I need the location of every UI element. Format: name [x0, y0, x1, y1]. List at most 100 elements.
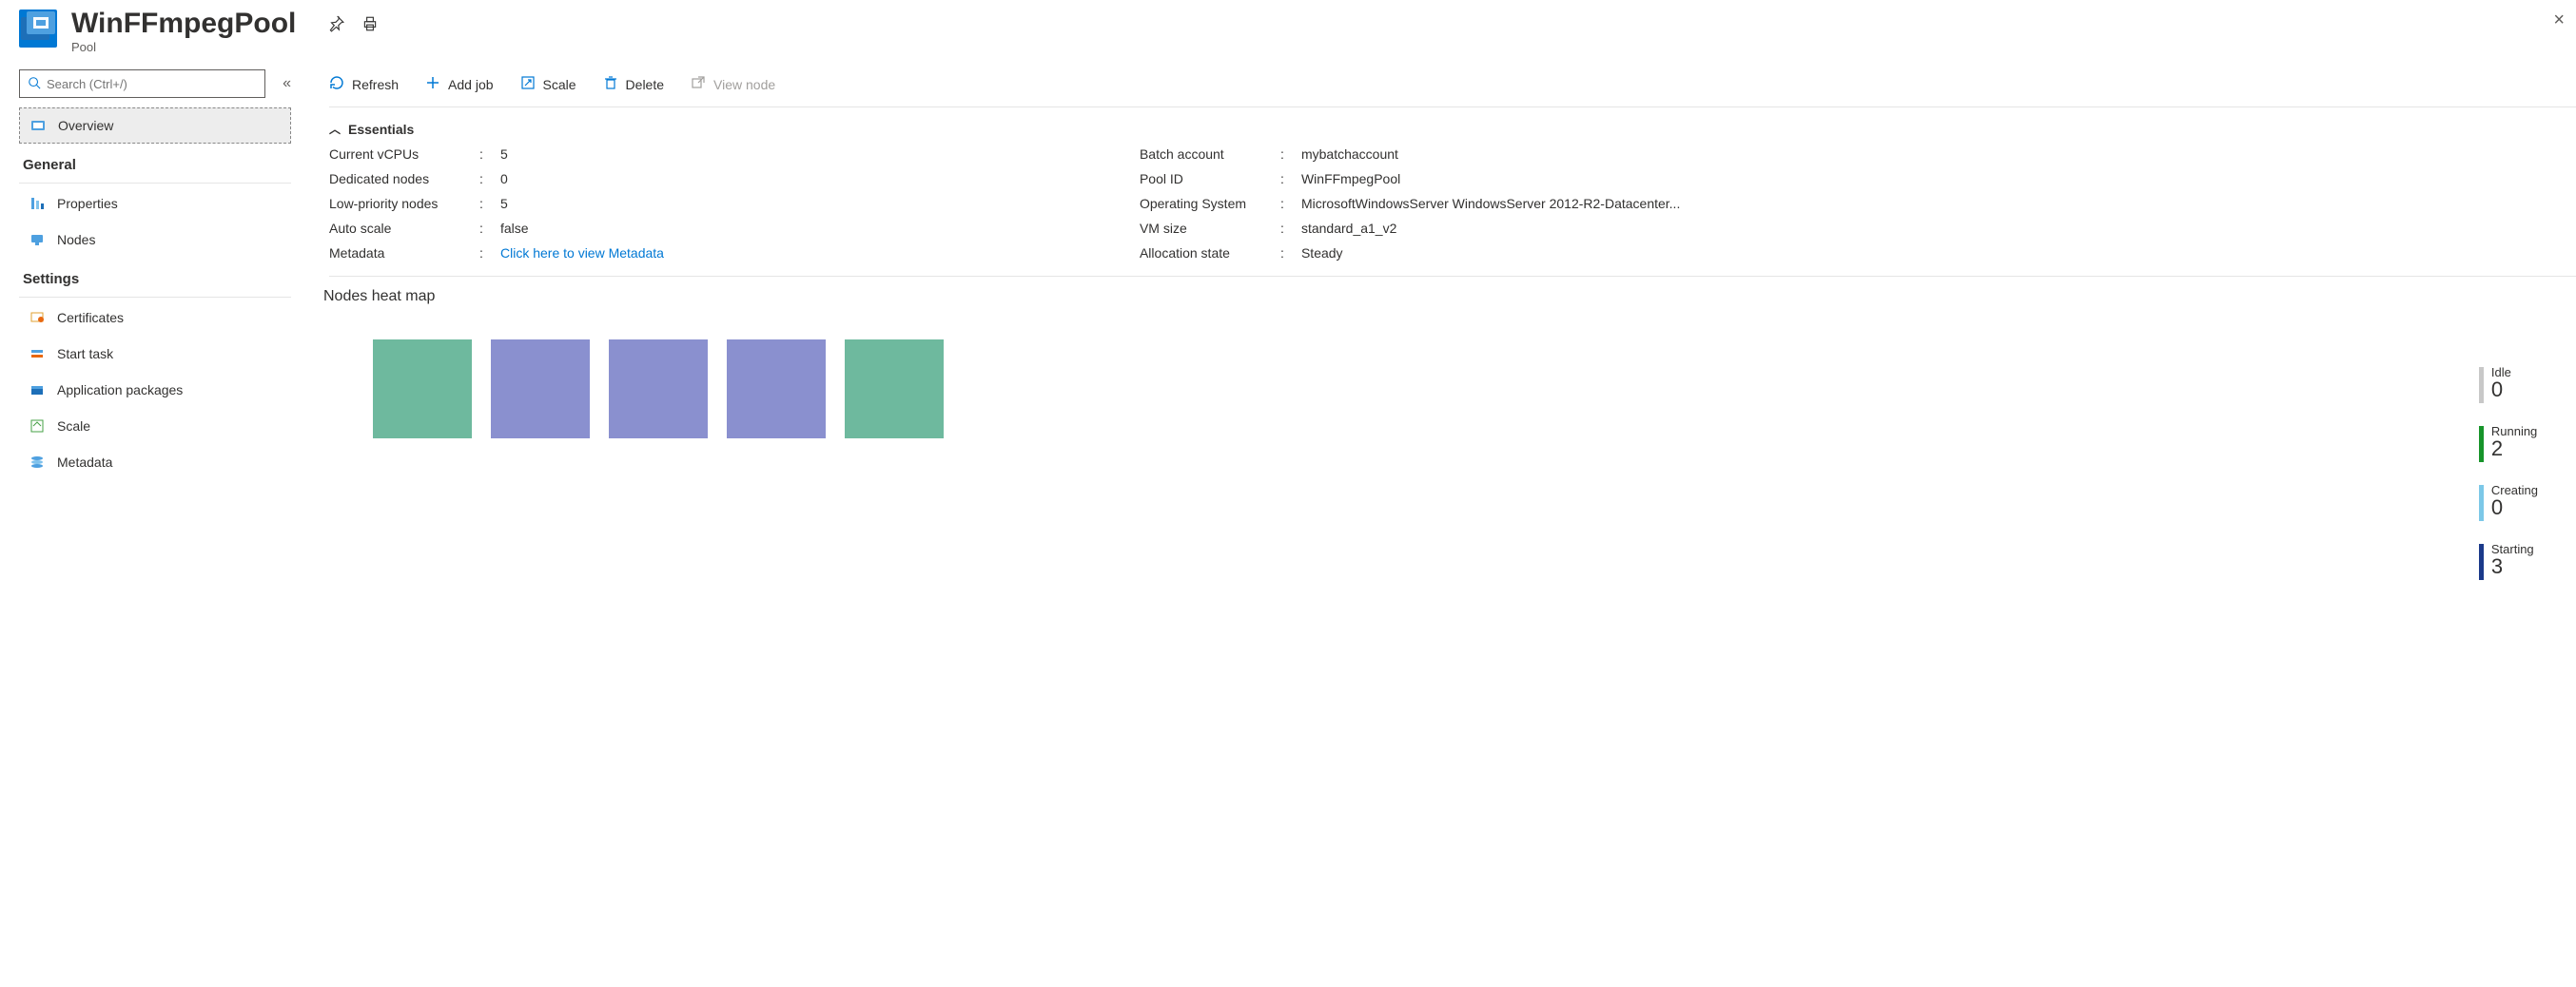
collapse-sidebar-icon[interactable]: «	[283, 75, 291, 92]
ess-value-autoscale: false	[500, 221, 664, 236]
external-icon	[691, 75, 706, 93]
overview-icon	[29, 118, 47, 133]
ess-label: Operating System	[1140, 196, 1273, 211]
sidebar-item-app-packages[interactable]: Application packages	[19, 372, 291, 408]
ess-value-batchaccount: mybatchaccount	[1301, 146, 1680, 162]
legend-starting: Starting 3	[2479, 542, 2538, 584]
sidebar-item-nodes[interactable]: Nodes	[19, 222, 291, 258]
add-job-button[interactable]: Add job	[425, 75, 493, 93]
scale-icon	[29, 418, 46, 434]
essentials-toggle[interactable]: ︿ Essentials	[329, 121, 2576, 137]
legend-color-starting	[2479, 544, 2484, 580]
heatmap-node[interactable]	[727, 339, 826, 438]
legend-count: 2	[2491, 438, 2537, 459]
heatmap	[329, 339, 2576, 438]
ess-value-vcpus: 5	[500, 146, 664, 162]
ess-value-vmsize: standard_a1_v2	[1301, 221, 1680, 236]
sidebar-item-properties[interactable]: Properties	[19, 185, 291, 222]
toolbar: Refresh Add job Scale Delete	[329, 64, 2576, 107]
app-packages-icon	[29, 382, 46, 397]
legend-color-running	[2479, 426, 2484, 462]
pin-icon[interactable]	[326, 14, 345, 33]
main-content: Refresh Add job Scale Delete	[291, 64, 2576, 480]
sidebar-item-certificates[interactable]: Certificates	[19, 300, 291, 336]
page-title: WinFFmpegPool	[71, 10, 296, 38]
essentials-grid: Current vCPUs : 5 Dedicated nodes : 0 Lo…	[329, 146, 2576, 261]
ess-label: Allocation state	[1140, 245, 1273, 261]
sidebar-item-label: Nodes	[57, 232, 95, 247]
button-label: Scale	[543, 77, 576, 92]
button-label: Refresh	[352, 77, 399, 92]
ess-label: Batch account	[1140, 146, 1273, 162]
sidebar-item-metadata[interactable]: Metadata	[19, 444, 291, 480]
sidebar-group-settings: Settings	[19, 258, 291, 295]
plus-icon	[425, 75, 440, 93]
metadata-link[interactable]: Click here to view Metadata	[500, 245, 664, 261]
sidebar-item-label: Application packages	[57, 382, 183, 397]
sidebar-group-general: General	[19, 144, 291, 181]
legend-running: Running 2	[2479, 424, 2538, 466]
divider	[19, 183, 291, 184]
legend-count: 3	[2491, 556, 2534, 577]
legend-color-creating	[2479, 485, 2484, 521]
heatmap-node[interactable]	[491, 339, 590, 438]
sidebar: « Overview General Properties Nodes Sett…	[19, 64, 291, 480]
chevron-up-icon: ︿	[329, 121, 341, 137]
metadata-icon	[29, 455, 46, 470]
divider	[329, 276, 2576, 277]
ess-label: Auto scale	[329, 221, 472, 236]
search-input[interactable]	[47, 77, 257, 91]
legend-count: 0	[2491, 379, 2511, 400]
legend-creating: Creating 0	[2479, 483, 2538, 525]
button-label: Add job	[448, 77, 493, 92]
page-subtitle: Pool	[71, 40, 380, 54]
refresh-button[interactable]: Refresh	[329, 75, 399, 93]
button-label: View node	[713, 77, 775, 92]
sidebar-item-start-task[interactable]: Start task	[19, 336, 291, 372]
sidebar-item-scale[interactable]: Scale	[19, 408, 291, 444]
sidebar-item-label: Metadata	[57, 455, 112, 470]
sidebar-item-label: Overview	[58, 118, 113, 133]
button-label: Delete	[626, 77, 664, 92]
heatmap-legend: Idle 0 Running 2 Creating 0 Starting 3	[2479, 365, 2538, 584]
sidebar-item-label: Certificates	[57, 310, 124, 325]
ess-label: Low-priority nodes	[329, 196, 472, 211]
sidebar-item-label: Start task	[57, 346, 113, 361]
sidebar-item-label: Scale	[57, 418, 90, 434]
search-icon	[28, 76, 41, 92]
properties-icon	[29, 196, 46, 211]
ess-value-poolid: WinFFmpegPool	[1301, 171, 1680, 186]
ess-label: Dedicated nodes	[329, 171, 472, 186]
scale-button[interactable]: Scale	[520, 75, 576, 93]
legend-color-idle	[2479, 367, 2484, 403]
heatmap-node[interactable]	[609, 339, 708, 438]
ess-value-lowpriority: 5	[500, 196, 664, 211]
ess-label: Current vCPUs	[329, 146, 472, 162]
view-node-button: View node	[691, 75, 775, 93]
delete-button[interactable]: Delete	[603, 75, 664, 93]
pool-icon	[19, 10, 57, 48]
close-icon[interactable]: ×	[2553, 10, 2565, 31]
refresh-icon	[329, 75, 344, 93]
ess-value-alloc: Steady	[1301, 245, 1680, 261]
legend-idle: Idle 0	[2479, 365, 2538, 407]
certificates-icon	[29, 310, 46, 325]
search-box[interactable]	[19, 69, 265, 98]
essentials-left: Current vCPUs : 5 Dedicated nodes : 0 Lo…	[329, 146, 664, 261]
heatmap-node[interactable]	[845, 339, 944, 438]
sidebar-item-label: Properties	[57, 196, 118, 211]
ess-label: Pool ID	[1140, 171, 1273, 186]
ess-value-dedicated: 0	[500, 171, 664, 186]
page-header: WinFFmpegPool Pool	[0, 0, 2576, 64]
sidebar-item-overview[interactable]: Overview	[19, 107, 291, 144]
heatmap-title: Nodes heat map	[323, 286, 2576, 305]
heatmap-node[interactable]	[373, 339, 472, 438]
ess-label: VM size	[1140, 221, 1273, 236]
nodes-icon	[29, 232, 46, 247]
legend-count: 0	[2491, 497, 2538, 518]
ess-label: Metadata	[329, 245, 472, 261]
ess-value-os: MicrosoftWindowsServer WindowsServer 201…	[1301, 196, 1680, 211]
print-icon[interactable]	[361, 14, 380, 33]
heatmap-tiles	[373, 339, 944, 438]
essentials-right: Batch account : mybatchaccount Pool ID :…	[1140, 146, 1680, 261]
